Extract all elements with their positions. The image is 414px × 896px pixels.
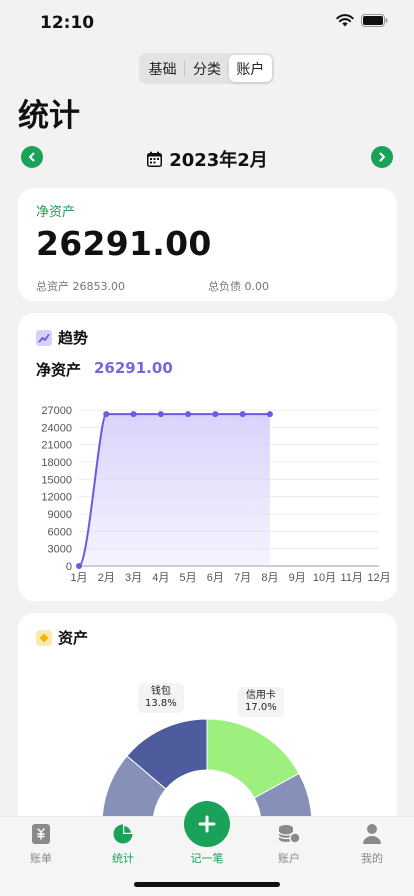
month-navigator: 2023年2月 <box>20 146 394 172</box>
x-tick-label: 3月 <box>125 572 142 584</box>
trend-header: 趋势 <box>36 327 88 348</box>
person-icon <box>363 824 381 844</box>
month-selector[interactable]: 2023年2月 <box>20 146 394 172</box>
tab-bills-label: 账单 <box>30 852 52 865</box>
diamond-icon <box>36 629 52 646</box>
x-tick-label: 8月 <box>261 572 278 584</box>
trend-card: 趋势 净资产 26291.00 0 3000 6000 9000 12000 15000 1… <box>18 313 397 601</box>
tab-accounts-label: 账户 <box>278 852 300 865</box>
y-tick-label: 3000 <box>48 544 72 556</box>
month-label: 2023年2月 <box>169 150 268 171</box>
segment-category[interactable]: 分类 <box>185 55 228 82</box>
add-record-button[interactable] <box>184 801 230 847</box>
slice-tag-credit-card: 信用卡 17.0% <box>238 687 284 717</box>
x-tick-label: 5月 <box>180 572 197 584</box>
slice-tag-wallet-percent: 13.8% <box>145 698 177 709</box>
net-worth-label: 净资产 <box>36 205 76 220</box>
tab-statistics[interactable]: 统计 <box>93 823 153 866</box>
x-tick-label: 10月 <box>313 572 336 584</box>
y-tick-label: 12000 <box>41 492 72 504</box>
tab-statistics-label: 统计 <box>112 852 134 865</box>
battery-icon <box>361 14 388 27</box>
trend-metric-value: 26291.00 <box>94 359 173 377</box>
slice-tag-wallet: 钱包 13.8% <box>138 683 184 713</box>
y-tick-label: 21000 <box>41 440 72 452</box>
coins-icon <box>278 825 301 844</box>
add-icon <box>198 815 216 833</box>
net-worth-card: 净资产 26291.00 总资产 26853.00 总负债 0.00 <box>18 188 397 301</box>
add-record-label[interactable]: 记一笔 <box>177 850 237 866</box>
segment-basic[interactable]: 基础 <box>141 55 184 82</box>
home-indicator <box>134 882 280 887</box>
x-tick-label: 11月 <box>341 572 363 584</box>
segmented-control: 基础 分类 账户 <box>139 53 274 84</box>
slice-tag-credit-card-name: 信用卡 <box>245 690 276 701</box>
total-assets: 总资产 26853.00 <box>36 280 125 293</box>
x-tick-label: 7月 <box>234 572 251 584</box>
next-month-button[interactable] <box>371 146 393 168</box>
calendar-icon <box>147 151 163 167</box>
data-point[interactable] <box>239 411 246 418</box>
x-tick-label: 1月 <box>70 572 87 584</box>
tab-bills[interactable]: 账单 <box>11 823 71 866</box>
net-worth-value: 26291.00 <box>36 224 212 263</box>
data-point[interactable] <box>185 411 192 418</box>
data-point[interactable] <box>76 563 82 569</box>
y-tick-label: 15000 <box>41 474 72 486</box>
total-liabilities: 总负债 0.00 <box>208 280 269 293</box>
chevron-right-icon <box>379 152 385 162</box>
data-point[interactable] <box>212 411 219 418</box>
x-tick-label: 12月 <box>367 572 390 584</box>
pie-chart-icon <box>113 824 133 844</box>
page-title: 统计 <box>18 98 80 134</box>
assets-title: 资产 <box>58 629 89 647</box>
tab-profile-label: 我的 <box>361 852 383 865</box>
status-icons <box>336 14 388 27</box>
trend-metric-label: 净资产 <box>36 361 82 379</box>
x-tick-label: 6月 <box>207 572 224 584</box>
wifi-icon <box>336 14 354 27</box>
y-tick-label: 6000 <box>48 526 72 538</box>
status-bar: 12:10 <box>0 0 414 46</box>
trend-title: 趋势 <box>58 329 89 347</box>
x-tick-label: 2月 <box>98 572 115 584</box>
slice-tag-credit-card-percent: 17.0% <box>245 702 277 713</box>
tab-accounts[interactable]: 账户 <box>259 823 319 866</box>
x-tick-label: 9月 <box>289 572 306 584</box>
data-point[interactable] <box>130 411 137 418</box>
y-tick-label: 27000 <box>41 405 72 417</box>
y-tick-label: 24000 <box>41 422 72 434</box>
x-tick-label: 4月 <box>152 572 169 584</box>
bill-icon <box>32 824 50 844</box>
data-point[interactable] <box>266 411 273 418</box>
data-point[interactable] <box>103 411 110 418</box>
trend-chart-icon <box>36 329 52 346</box>
series-area <box>79 414 270 566</box>
segment-account[interactable]: 账户 <box>228 55 272 82</box>
assets-header: 资产 <box>36 627 88 648</box>
tab-profile[interactable]: 我的 <box>342 823 402 866</box>
trend-chart[interactable]: 0300060009000120001500018000210002400027… <box>18 393 397 593</box>
slice-tag-wallet-name: 钱包 <box>150 686 171 697</box>
y-tick-label: 9000 <box>48 509 72 521</box>
data-point[interactable] <box>157 411 164 418</box>
y-tick-label: 18000 <box>41 457 72 469</box>
status-time: 12:10 <box>40 13 95 33</box>
